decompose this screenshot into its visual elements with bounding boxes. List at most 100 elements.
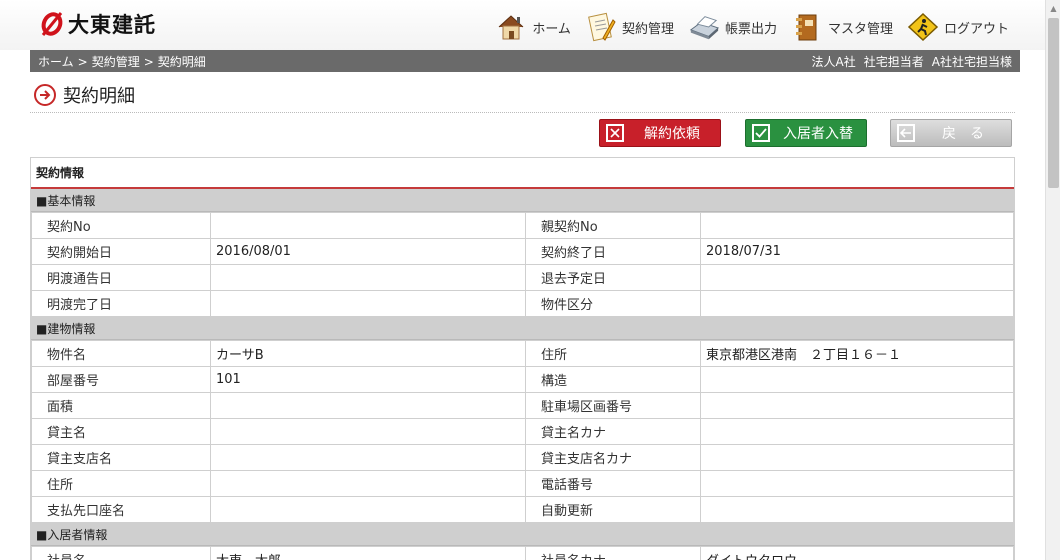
field-value (700, 392, 1014, 419)
field-label: 住所 (525, 340, 701, 367)
field-value (700, 444, 1014, 471)
user-role: 社宅担当者 (863, 54, 924, 69)
field-value (700, 418, 1014, 445)
table-row: 明渡完了日 物件区分 (31, 290, 1014, 317)
page-title-row: 契約明細 (34, 82, 135, 108)
field-label: 貸主名カナ (525, 418, 701, 445)
breadcrumb-home[interactable]: ホーム (38, 55, 74, 69)
logo-text: 大東建託 (68, 13, 156, 37)
table-row: 貸主支店名 貸主支店名カナ (31, 444, 1014, 471)
back-button[interactable]: 戻る (890, 119, 1012, 147)
contract-icon (585, 12, 617, 42)
logo-mark-icon (40, 11, 64, 37)
table-row: 部屋番号 101 構造 (31, 366, 1014, 393)
field-label: 社員名カナ (525, 546, 701, 560)
field-label: 退去予定日 (525, 264, 701, 291)
field-value: カーサB (210, 340, 526, 367)
field-value: 東京都港区港南 ２丁目１６－１ (700, 340, 1014, 367)
cancel-contract-button[interactable]: 解約依頼 (599, 119, 721, 147)
field-label: 貸主支店名 (31, 444, 211, 471)
scroll-up-arrow-icon[interactable]: ▲ (1046, 0, 1060, 16)
breadcrumb-bar: ホーム > 契約管理 > 契約明細 法人A社 社宅担当者 A社社宅担当様 (30, 50, 1020, 72)
logo[interactable]: 大東建託 (40, 9, 156, 39)
field-value: 2016/08/01 (210, 238, 526, 265)
resident-info-table: 社員名 大東 太郎 社員名カナ ダイトウタロウ (31, 546, 1014, 560)
title-divider (30, 112, 1015, 113)
field-value: ダイトウタロウ (700, 546, 1014, 560)
field-label: 社員名 (31, 546, 211, 560)
field-value (210, 444, 526, 471)
swap-resident-button[interactable]: 入居者入替 (745, 119, 867, 147)
field-label: 明渡通告日 (31, 264, 211, 291)
scrollbar-thumb[interactable] (1048, 18, 1059, 188)
field-label: 面積 (31, 392, 211, 419)
section-basic-info: ■基本情報 (31, 189, 1014, 212)
back-arrow-icon (897, 124, 915, 142)
field-value (210, 418, 526, 445)
field-label: 貸主支店名カナ (525, 444, 701, 471)
nav-master-label: マスタ管理 (827, 21, 893, 37)
nav-report-label: 帳票出力 (724, 21, 777, 37)
breadcrumb-contract[interactable]: 契約管理 (92, 55, 140, 69)
back-label: 戻る (942, 126, 998, 142)
table-row: 支払先口座名 自動更新 (31, 496, 1014, 523)
nav-contract-label: 契約管理 (621, 21, 674, 37)
section-resident-info: ■入居者情報 (31, 523, 1014, 546)
contract-info-panel: 契約情報 ■基本情報 契約No 親契約No 契約開始日 2016/08/01 契… (30, 157, 1015, 560)
field-label: 契約終了日 (525, 238, 701, 265)
field-value (210, 290, 526, 317)
field-value (210, 496, 526, 523)
field-label: 住所 (31, 470, 211, 497)
breadcrumb: ホーム > 契約管理 > 契約明細 (38, 53, 206, 70)
field-label: 親契約No (525, 212, 701, 239)
field-value (700, 290, 1014, 317)
binder-icon (791, 12, 823, 42)
table-row: 明渡通告日 退去予定日 (31, 264, 1014, 291)
field-value (210, 470, 526, 497)
printer-icon (688, 12, 720, 42)
table-row: 契約開始日 2016/08/01 契約終了日 2018/07/31 (31, 238, 1014, 265)
field-label: 構造 (525, 366, 701, 393)
field-value (210, 392, 526, 419)
breadcrumb-separator: > (77, 54, 88, 69)
x-box-icon (606, 124, 624, 142)
field-label: 明渡完了日 (31, 290, 211, 317)
field-value (700, 212, 1014, 239)
main-nav: ホーム 契約管理 帳票出力 マスタ管理 ログアウト (481, 12, 1009, 42)
table-row: 契約No 親契約No (31, 212, 1014, 239)
nav-contract[interactable]: 契約管理 (585, 12, 674, 42)
field-label: 部屋番号 (31, 366, 211, 393)
user-info: 法人A社 社宅担当者 A社社宅担当様 (804, 53, 1012, 70)
table-row: 貸主名 貸主名カナ (31, 418, 1014, 445)
page-title: 契約明細 (63, 86, 135, 107)
cancel-contract-label: 解約依頼 (644, 126, 700, 142)
app-header: 大東建託 ホーム 契約管理 帳票出力 マスタ管理 ログアウト (0, 0, 1045, 50)
arrow-right-circle-icon (34, 84, 56, 106)
field-label: 自動更新 (525, 496, 701, 523)
table-row: 面積 駐車場区画番号 (31, 392, 1014, 419)
field-label: 電話番号 (525, 470, 701, 497)
nav-home[interactable]: ホーム (495, 12, 571, 42)
breadcrumb-current: 契約明細 (157, 54, 206, 69)
field-label: 契約No (31, 212, 211, 239)
nav-home-label: ホーム (532, 21, 571, 37)
field-value (700, 366, 1014, 393)
field-label: 貸主名 (31, 418, 211, 445)
nav-master[interactable]: マスタ管理 (791, 12, 893, 42)
field-label: 駐車場区画番号 (525, 392, 701, 419)
nav-report[interactable]: 帳票出力 (688, 12, 777, 42)
table-row: 住所 電話番号 (31, 470, 1014, 497)
home-icon (495, 12, 527, 42)
building-info-table: 物件名 カーサB 住所 東京都港区港南 ２丁目１６－１ 部屋番号 101 構造 … (31, 340, 1014, 523)
panel-title: 契約情報 (31, 158, 1014, 189)
field-value: 2018/07/31 (700, 238, 1014, 265)
field-value (210, 264, 526, 291)
field-value: 101 (210, 366, 526, 393)
logout-icon (907, 12, 939, 42)
vertical-scrollbar[interactable]: ▲ (1045, 0, 1060, 560)
field-label: 物件名 (31, 340, 211, 367)
field-label: 契約開始日 (31, 238, 211, 265)
field-value (210, 212, 526, 239)
nav-logout[interactable]: ログアウト (907, 12, 1009, 42)
table-row: 社員名 大東 太郎 社員名カナ ダイトウタロウ (31, 546, 1014, 560)
